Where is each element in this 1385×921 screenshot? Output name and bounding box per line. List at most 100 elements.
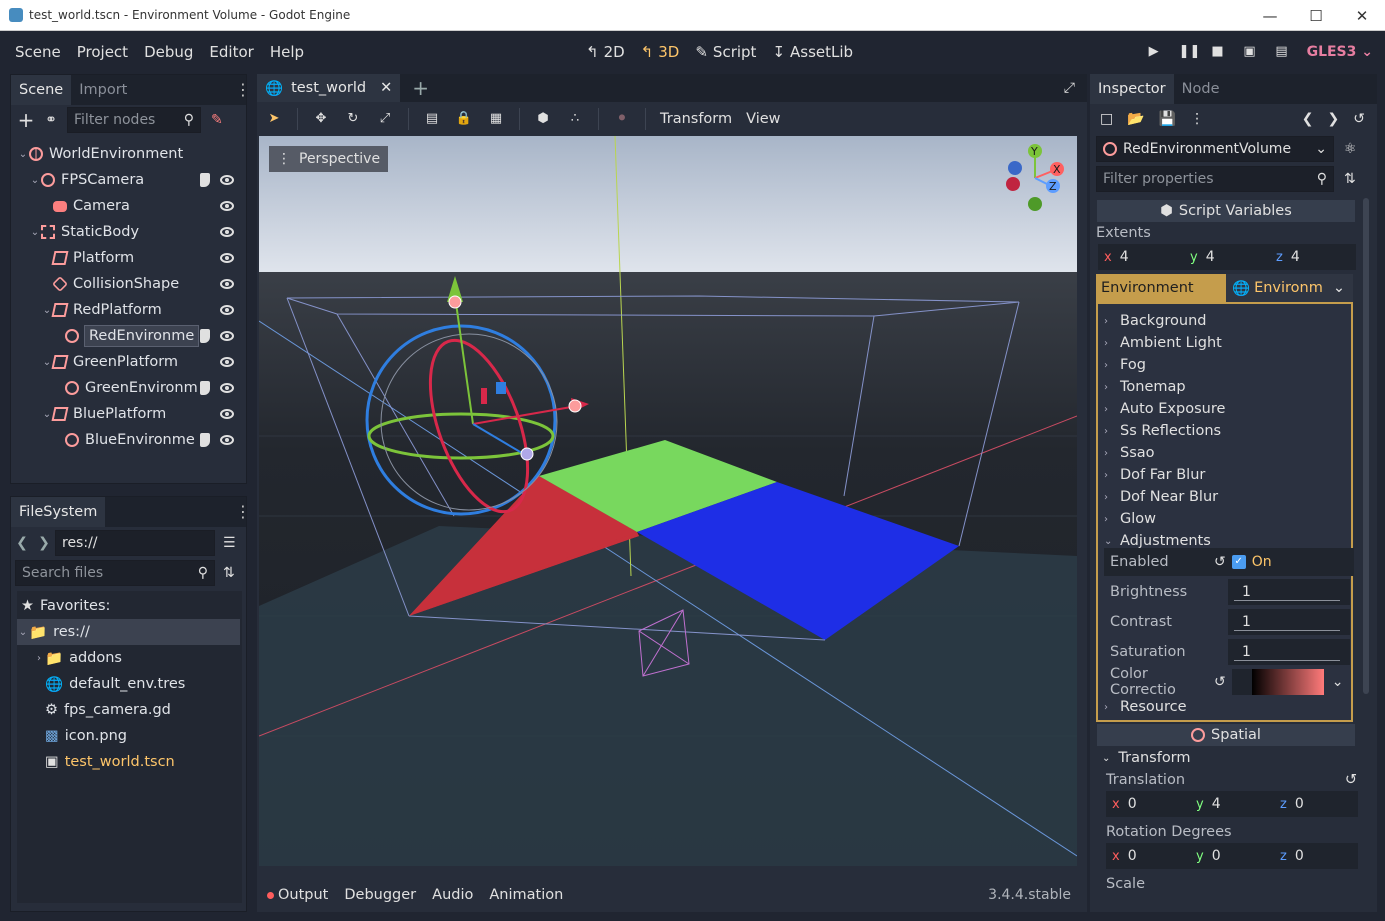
forward-icon[interactable]: ❯ bbox=[33, 535, 55, 551]
visibility-eye-icon[interactable] bbox=[220, 383, 234, 393]
play-icon[interactable]: ▶ bbox=[1147, 45, 1161, 59]
scene-dock-menu-icon[interactable]: ⋮ bbox=[235, 82, 251, 98]
maximize-button[interactable]: ☐ bbox=[1293, 0, 1339, 31]
play-scene-icon[interactable]: ▣ bbox=[1243, 45, 1257, 59]
close-button[interactable]: ✕ bbox=[1339, 0, 1385, 31]
env-group-ambient-light[interactable]: › Ambient Light bbox=[1104, 332, 1222, 354]
file-item[interactable]: ▩ icon.png bbox=[45, 723, 127, 749]
camera-preview-icon[interactable]: ⚫ bbox=[613, 111, 631, 127]
file-item[interactable]: ⚙ fps_camera.gd bbox=[45, 697, 171, 723]
script-icon[interactable] bbox=[200, 433, 210, 447]
translation-z-field[interactable]: z0 bbox=[1274, 791, 1358, 817]
rotation-y-field[interactable]: y0 bbox=[1190, 843, 1274, 869]
history-back-icon[interactable]: ❮ bbox=[1302, 111, 1314, 127]
back-icon[interactable]: ❮ bbox=[11, 535, 33, 551]
env-group-dof-near-blur[interactable]: › Dof Near Blur bbox=[1104, 486, 1218, 508]
chevron-down-icon[interactable]: ⌄ bbox=[1332, 674, 1344, 690]
list-select-icon[interactable]: ▤ bbox=[423, 111, 441, 127]
environment-resource-picker[interactable]: 🌐 Environm ⌄ bbox=[1226, 274, 1353, 302]
revert-icon[interactable]: ↺ bbox=[1214, 674, 1226, 690]
env-group-ss-reflections[interactable]: › Ss Reflections bbox=[1104, 420, 1221, 442]
script-icon[interactable] bbox=[200, 173, 210, 187]
env-group-background[interactable]: › Background bbox=[1104, 310, 1207, 332]
sort-icon[interactable]: ⇅ bbox=[223, 565, 235, 581]
menu-debug[interactable]: Debug bbox=[144, 43, 193, 61]
script-variables-section[interactable]: ⬢ Script Variables bbox=[1097, 200, 1355, 222]
pause-icon[interactable]: ❚❚ bbox=[1179, 45, 1201, 59]
new-resource-icon[interactable]: □ bbox=[1100, 111, 1113, 127]
brightness-slider[interactable]: 1 bbox=[1228, 579, 1350, 605]
scene-node-row[interactable]: Platform bbox=[41, 245, 240, 271]
stop-icon[interactable]: ■ bbox=[1211, 45, 1225, 59]
transform-menu[interactable]: Transform bbox=[660, 111, 732, 127]
extents-y-field[interactable]: y4 bbox=[1184, 244, 1270, 270]
file-item[interactable]: 🌐 default_env.tres bbox=[45, 671, 185, 697]
property-options-icon[interactable]: ⇅ bbox=[1344, 171, 1356, 187]
menu-project[interactable]: Project bbox=[77, 43, 128, 61]
chevron-down-icon[interactable]: ⌄ bbox=[17, 149, 29, 160]
perspective-menu[interactable]: ⋮ Perspective bbox=[269, 146, 389, 172]
path-input[interactable]: res:// bbox=[55, 530, 215, 556]
contrast-slider[interactable]: 1 bbox=[1228, 609, 1350, 635]
lock-icon[interactable]: 🔒 bbox=[455, 111, 473, 127]
select-icon[interactable]: ➤ bbox=[265, 111, 283, 127]
visibility-eye-icon[interactable] bbox=[220, 409, 234, 419]
audio-tab[interactable]: Audio bbox=[432, 887, 473, 903]
history-forward-icon[interactable]: ❯ bbox=[1328, 111, 1340, 127]
transform-group[interactable]: ⌄ Transform bbox=[1102, 747, 1357, 769]
tab-filesystem[interactable]: FileSystem bbox=[11, 497, 106, 527]
env-group-glow[interactable]: › Glow bbox=[1104, 508, 1156, 530]
3d-viewport[interactable]: Y X Z ⋮ Perspective bbox=[259, 136, 1077, 866]
menu-help[interactable]: Help bbox=[270, 43, 304, 61]
script-attach-icon[interactable]: ✎ bbox=[211, 112, 223, 128]
mode-script-button[interactable]: ✎ Script bbox=[695, 43, 756, 61]
visibility-eye-icon[interactable] bbox=[220, 331, 234, 341]
tab-node[interactable]: Node bbox=[1174, 74, 1228, 104]
filesystem-menu-icon[interactable]: ⋮ bbox=[235, 504, 251, 520]
scene-node-row[interactable]: RedEnvironme bbox=[53, 323, 240, 349]
env-group-fog[interactable]: › Fog bbox=[1104, 354, 1146, 376]
inspector-menu-icon[interactable]: ⋮ bbox=[1190, 111, 1204, 127]
scene-node-row[interactable]: ⌄ RedPlatform bbox=[41, 297, 240, 323]
menu-scene[interactable]: Scene bbox=[15, 43, 61, 61]
visibility-eye-icon[interactable] bbox=[220, 435, 234, 445]
env-group-dof-far-blur[interactable]: › Dof Far Blur bbox=[1104, 464, 1205, 486]
output-tab[interactable]: Output bbox=[267, 887, 328, 903]
chevron-down-icon[interactable]: ⌄ bbox=[29, 227, 41, 238]
visibility-eye-icon[interactable] bbox=[220, 279, 234, 289]
scene-node-row[interactable]: ⌄ WorldEnvironment bbox=[17, 141, 240, 167]
tab-inspector[interactable]: Inspector bbox=[1090, 74, 1174, 104]
tab-scene[interactable]: Scene bbox=[11, 75, 72, 105]
move-icon[interactable]: ✥ bbox=[312, 111, 330, 127]
visibility-eye-icon[interactable] bbox=[220, 227, 234, 237]
visibility-eye-icon[interactable] bbox=[220, 357, 234, 367]
visibility-eye-icon[interactable] bbox=[220, 305, 234, 315]
split-mode-icon[interactable]: ☰ bbox=[223, 535, 236, 551]
translation-x-field[interactable]: x0 bbox=[1106, 791, 1190, 817]
saturation-slider[interactable]: 1 bbox=[1228, 639, 1350, 665]
script-icon[interactable] bbox=[200, 381, 210, 395]
node-info-icon[interactable]: ⚛ bbox=[1344, 141, 1357, 157]
group-icon[interactable]: ▦ bbox=[487, 111, 505, 127]
extents-x-field[interactable]: x4 bbox=[1098, 244, 1184, 270]
scene-node-row[interactable]: ⌄ GreenPlatform bbox=[41, 349, 240, 375]
menu-editor[interactable]: Editor bbox=[209, 43, 253, 61]
new-tab-icon[interactable]: + bbox=[412, 76, 429, 100]
revert-icon[interactable]: ↺ bbox=[1345, 772, 1357, 788]
scale-icon[interactable]: ⤢ bbox=[376, 111, 394, 127]
tab-test-world[interactable]: 🌐 test_world ✕ bbox=[257, 74, 401, 102]
search-files-input[interactable]: Search files ⚲ bbox=[15, 560, 215, 586]
renderer-select[interactable]: GLES3 ⌄ bbox=[1307, 44, 1373, 60]
favorites-item[interactable]: ★ Favorites: bbox=[21, 593, 110, 619]
scene-node-row[interactable]: GreenEnvironm bbox=[53, 375, 240, 401]
translation-y-field[interactable]: y4 bbox=[1190, 791, 1274, 817]
filter-properties-input[interactable]: Filter properties ⚲ bbox=[1096, 166, 1334, 192]
extents-z-field[interactable]: z4 bbox=[1270, 244, 1356, 270]
env-group-ssao[interactable]: › Ssao bbox=[1104, 442, 1155, 464]
rotate-icon[interactable]: ↻ bbox=[344, 111, 362, 127]
env-group-adjustments[interactable]: ⌄ Adjustments bbox=[1104, 530, 1211, 552]
node-selector[interactable]: RedEnvironmentVolume ⌄ bbox=[1096, 136, 1334, 162]
revert-icon[interactable]: ↺ bbox=[1214, 554, 1226, 570]
file-item[interactable]: ▣ test_world.tscn bbox=[45, 749, 175, 775]
rotation-z-field[interactable]: z0 bbox=[1274, 843, 1358, 869]
